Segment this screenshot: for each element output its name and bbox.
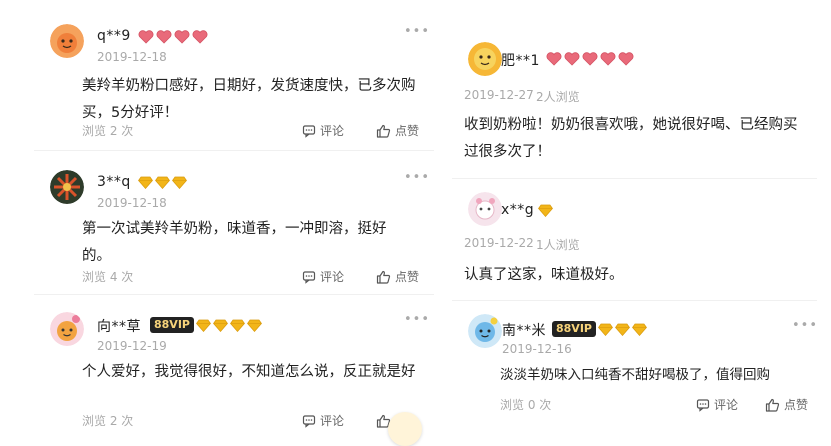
heart-badge-icon bbox=[138, 30, 154, 44]
heart-badge-icon bbox=[156, 30, 172, 44]
like-icon bbox=[765, 398, 780, 412]
review-date: 2019-12-18 bbox=[97, 196, 167, 210]
avatar[interactable] bbox=[468, 192, 502, 226]
diamond-badge-icon bbox=[538, 204, 553, 217]
diamond-badge-icon bbox=[213, 319, 228, 332]
view-count: 2人浏览 bbox=[536, 90, 580, 104]
comment-button[interactable]: 评论 bbox=[302, 122, 344, 139]
username[interactable]: x**g bbox=[501, 202, 534, 218]
review-text: 美羚羊奶粉口感好，日期好，发货速度快，已多次购买，5分好评！ bbox=[82, 78, 416, 121]
review-text: 收到奶粉啦！奶奶很喜欢哦，她说很好喝、已经购买过很多次了！ bbox=[464, 117, 798, 160]
review-text: 第一次试美羚羊奶粉，味道香，一冲即溶，挺好的。 bbox=[82, 221, 387, 264]
heart-badge-icon bbox=[618, 52, 634, 66]
more-dots-icon[interactable]: ••• bbox=[404, 312, 430, 327]
comment-button[interactable]: 评论 bbox=[302, 268, 344, 285]
view-count: 浏览 4 次 bbox=[82, 270, 134, 284]
avatar[interactable] bbox=[468, 314, 502, 348]
heart-badge-icon bbox=[582, 52, 598, 66]
view-count: 浏览 0 次 bbox=[500, 398, 552, 412]
review-date: 2019-12-22 bbox=[464, 236, 534, 250]
review-card: x**g 2019-12-22 1人浏览 认真了这家，味道极好。 bbox=[452, 178, 817, 292]
badge-group bbox=[138, 30, 208, 44]
review-text: 认真了这家，味道极好。 bbox=[464, 267, 624, 283]
like-button[interactable]: 点赞 bbox=[376, 122, 419, 139]
diamond-badge-icon bbox=[172, 176, 187, 189]
like-button[interactable]: 点赞 bbox=[376, 268, 419, 285]
floating-bubble[interactable] bbox=[388, 412, 422, 446]
badge-group bbox=[546, 52, 634, 66]
more-dots-icon[interactable]: ••• bbox=[404, 24, 430, 39]
view-count: 浏览 2 次 bbox=[82, 124, 134, 138]
review-card: 肥**1 2019-12-27 2人浏览 收到奶粉啦！奶奶很喜欢哦，她说很好喝、… bbox=[452, 30, 817, 180]
comment-label: 评论 bbox=[320, 124, 345, 138]
review-card: q**9 ••• 2019-12-18 美羚羊奶粉口感好，日期好，发货速度快，已… bbox=[34, 0, 434, 148]
avatar[interactable] bbox=[50, 312, 84, 346]
like-label: 点赞 bbox=[395, 270, 420, 284]
view-count: 1人浏览 bbox=[536, 238, 580, 252]
diamond-badge-icon bbox=[230, 319, 245, 332]
diamond-badge-icon bbox=[632, 323, 647, 336]
badge-group bbox=[138, 176, 187, 189]
comment-button[interactable]: 评论 bbox=[302, 412, 344, 429]
diamond-badge-icon bbox=[247, 319, 262, 332]
comment-button[interactable]: 评论 bbox=[696, 396, 738, 413]
avatar[interactable] bbox=[50, 24, 84, 58]
view-count: 浏览 2 次 bbox=[82, 414, 134, 428]
username[interactable]: q**9 bbox=[97, 28, 131, 44]
heart-badge-icon bbox=[174, 30, 190, 44]
heart-badge-icon bbox=[600, 52, 616, 66]
comment-icon bbox=[302, 414, 316, 428]
review-date: 2019-12-27 bbox=[464, 88, 534, 102]
comment-icon bbox=[696, 398, 710, 412]
username[interactable]: 向**草 bbox=[97, 316, 141, 336]
review-date: 2019-12-18 bbox=[97, 50, 167, 64]
comment-icon bbox=[302, 124, 316, 138]
badge-group bbox=[538, 204, 553, 217]
more-dots-icon[interactable]: ••• bbox=[792, 318, 818, 333]
like-button[interactable]: 点赞 bbox=[765, 396, 808, 413]
review-text: 个人爱好，我觉得很好，不知道怎么说，反正就是好 bbox=[82, 364, 416, 380]
heart-badge-icon bbox=[546, 52, 562, 66]
username[interactable]: 3**q bbox=[97, 174, 131, 190]
review-date: 2019-12-16 bbox=[502, 342, 572, 356]
like-icon bbox=[376, 124, 391, 138]
review-date: 2019-12-19 bbox=[97, 339, 167, 353]
review-card: 向**草 88VIP ••• 2019-12-19 个人爱好，我觉得很好，不知道… bbox=[34, 294, 434, 446]
vip-badge: 88VIP bbox=[552, 321, 596, 337]
left-review-panel: q**9 ••• 2019-12-18 美羚羊奶粉口感好，日期好，发货速度快，已… bbox=[34, 0, 434, 446]
diamond-badge-icon bbox=[138, 176, 153, 189]
vip-badge: 88VIP bbox=[150, 317, 194, 333]
username[interactable]: 肥**1 bbox=[501, 50, 540, 70]
more-dots-icon[interactable]: ••• bbox=[404, 170, 430, 185]
avatar[interactable] bbox=[50, 170, 84, 204]
comment-label: 评论 bbox=[320, 270, 345, 284]
avatar[interactable] bbox=[468, 42, 502, 76]
diamond-badge-icon bbox=[196, 319, 211, 332]
heart-badge-icon bbox=[192, 30, 208, 44]
comment-icon bbox=[302, 270, 316, 284]
like-label: 点赞 bbox=[784, 398, 809, 412]
badge-group bbox=[598, 323, 647, 336]
username[interactable]: 南**米 bbox=[502, 320, 546, 340]
diamond-badge-icon bbox=[615, 323, 630, 336]
right-review-panel: 肥**1 2019-12-27 2人浏览 收到奶粉啦！奶奶很喜欢哦，她说很好喝、… bbox=[452, 0, 817, 439]
review-card: 南**米 88VIP ••• 2019-12-16 淡淡羊奶味入口纯香不甜好喝极… bbox=[452, 300, 817, 439]
heart-badge-icon bbox=[564, 52, 580, 66]
review-card: 3**q ••• 2019-12-18 第一次试美羚羊奶粉，味道香，一冲即溶，挺… bbox=[34, 150, 434, 290]
diamond-badge-icon bbox=[598, 323, 613, 336]
comment-label: 评论 bbox=[320, 414, 345, 428]
like-icon bbox=[376, 270, 391, 284]
review-text: 淡淡羊奶味入口纯香不甜好喝极了，值得回购 bbox=[500, 367, 770, 383]
diamond-badge-icon bbox=[155, 176, 170, 189]
like-label: 点赞 bbox=[395, 124, 420, 138]
badge-group bbox=[196, 319, 262, 332]
comment-label: 评论 bbox=[714, 398, 739, 412]
